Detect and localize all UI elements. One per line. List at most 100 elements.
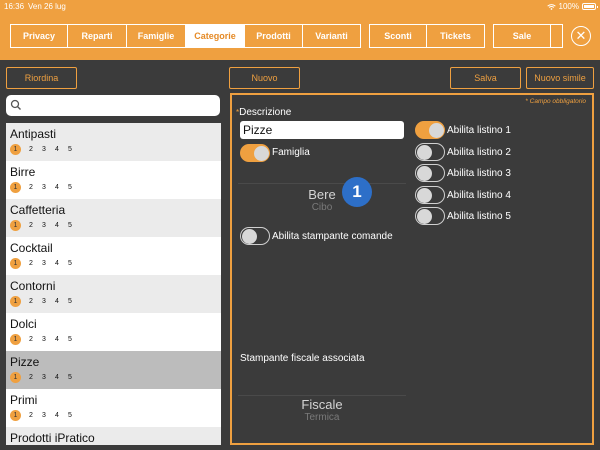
- level-indicator: 5: [68, 374, 72, 381]
- level-indicator: 4: [55, 260, 59, 267]
- tab-famiglie[interactable]: Famiglie: [127, 24, 186, 48]
- battery-percent: 100%: [558, 2, 579, 11]
- tab-varianti[interactable]: Varianti: [303, 24, 361, 48]
- level-indicator: 2: [29, 374, 33, 381]
- toggle-knob: [416, 165, 432, 181]
- tab-categorie[interactable]: Categorie: [186, 24, 245, 48]
- fiscal-printer-picker[interactable]: Fiscale Termica: [238, 389, 406, 429]
- description-label: *Descrizione: [236, 107, 291, 118]
- list-item-levels: 1 2 3 4 5: [10, 220, 217, 231]
- category-form: * Campo obbligatorio *Descrizione Pizze …: [230, 93, 594, 445]
- new-similar-button[interactable]: Nuovo simile: [526, 67, 594, 89]
- level-indicator: 5: [68, 184, 72, 191]
- save-button[interactable]: Salva: [450, 67, 521, 89]
- listino-3-label: Abilita listino 3: [447, 168, 511, 179]
- level-indicator: 2: [29, 336, 33, 343]
- print-orders-label: Abilita stampante comande: [272, 231, 393, 242]
- level-indicator: 1: [10, 144, 21, 155]
- level-indicator: 5: [68, 222, 72, 229]
- battery-icon: [582, 3, 598, 10]
- list-item[interactable]: Birre 1 2 3 4 5: [6, 161, 221, 199]
- fiscal-printer-label: Stampante fiscale associata: [240, 353, 365, 364]
- tab-sale[interactable]: Sale: [493, 24, 551, 48]
- level-indicator: 1: [10, 334, 21, 345]
- wifi-icon: [546, 3, 556, 10]
- level-indicator: 5: [68, 146, 72, 153]
- list-item-levels: 1 2 3 4 5: [10, 296, 217, 307]
- nav-tabs: Privacy Reparti Famiglie Categorie Prodo…: [10, 24, 563, 48]
- reorder-button[interactable]: Riordina: [6, 67, 77, 89]
- level-indicator: 3: [42, 260, 46, 267]
- step-badge: 1: [342, 177, 372, 207]
- level-indicator: 2: [29, 412, 33, 419]
- level-indicator: 5: [68, 260, 72, 267]
- famiglia-toggle[interactable]: [240, 144, 270, 162]
- list-item-levels: 1 2 3 4 5: [10, 258, 217, 269]
- family-picker-next: Cibo: [311, 202, 333, 213]
- list-item[interactable]: Antipasti 1 2 3 4 5: [6, 123, 221, 161]
- level-indicator: 4: [55, 222, 59, 229]
- list-item-name: Birre: [10, 165, 36, 179]
- level-indicator: 5: [68, 298, 72, 305]
- description-field[interactable]: Pizze: [240, 121, 404, 139]
- tab-reparti[interactable]: Reparti: [68, 24, 127, 48]
- list-item[interactable]: Primi 1 2 3 4 5: [6, 389, 221, 427]
- list-item[interactable]: Dolci 1 2 3 4 5: [6, 313, 221, 351]
- level-indicator: 1: [10, 258, 21, 269]
- list-item-name: Prodotti iPratico: [10, 431, 95, 445]
- level-indicator: 1: [10, 410, 21, 421]
- listino-3-toggle[interactable]: [415, 164, 445, 182]
- level-indicator: 3: [42, 336, 46, 343]
- listino-2-toggle[interactable]: [415, 143, 445, 161]
- list-item[interactable]: Prodotti iPratico: [6, 427, 221, 445]
- status-right: 100%: [546, 2, 598, 11]
- listino-5-label: Abilita listino 5: [447, 211, 511, 222]
- tab-privacy[interactable]: Privacy: [10, 24, 68, 48]
- list-item-levels: 1 2 3 4 5: [10, 334, 217, 345]
- listino-4-toggle[interactable]: [415, 186, 445, 204]
- list-item-name: Dolci: [10, 317, 37, 331]
- listino-2-label: Abilita listino 2: [447, 147, 511, 158]
- list-item[interactable]: Cocktail 1 2 3 4 5: [6, 237, 221, 275]
- toggle-knob: [428, 122, 444, 138]
- level-indicator: 3: [42, 374, 46, 381]
- tab-overflow[interactable]: [551, 24, 563, 48]
- list-item-name: Antipasti: [10, 127, 57, 141]
- print-orders-toggle[interactable]: [240, 227, 270, 245]
- level-indicator: 1: [10, 220, 21, 231]
- list-item-name: Primi: [10, 393, 38, 407]
- tab-tickets[interactable]: Tickets: [427, 24, 485, 48]
- level-indicator: 4: [55, 298, 59, 305]
- list-item-levels: 1 2 3 4 5: [10, 410, 217, 421]
- toggle-knob: [253, 145, 269, 161]
- tab-sconti[interactable]: Sconti: [369, 24, 427, 48]
- status-date: Ven 26 lug: [28, 2, 66, 11]
- list-item-name: Caffetteria: [10, 203, 66, 217]
- level-indicator: 3: [42, 222, 46, 229]
- level-indicator: 2: [29, 146, 33, 153]
- level-indicator: 2: [29, 298, 33, 305]
- list-item-name: Contorni: [10, 279, 56, 293]
- description-label-text: Descrizione: [239, 107, 292, 118]
- listino-5-toggle[interactable]: [415, 207, 445, 225]
- level-indicator: 5: [68, 336, 72, 343]
- level-indicator: 2: [29, 222, 33, 229]
- list-item-name: Cocktail: [10, 241, 53, 255]
- level-indicator: 1: [10, 182, 21, 193]
- tab-prodotti[interactable]: Prodotti: [245, 24, 303, 48]
- category-list: Antipasti 1 2 3 4 5 Birre 1 2 3 4 5 Caffetteria 1 2 3 4 5…: [6, 123, 221, 445]
- family-picker[interactable]: Bere Cibo: [238, 175, 406, 225]
- close-button[interactable]: ✕: [571, 26, 591, 46]
- toggle-knob: [416, 208, 432, 224]
- required-note: * Campo obbligatorio: [525, 98, 586, 105]
- level-indicator: 4: [55, 336, 59, 343]
- list-item[interactable]: Pizze 1 2 3 4 5: [6, 351, 221, 389]
- family-picker-selected: Bere: [308, 187, 336, 202]
- listino-4-label: Abilita listino 4: [447, 190, 511, 201]
- list-item[interactable]: Caffetteria 1 2 3 4 5: [6, 199, 221, 237]
- list-item[interactable]: Contorni 1 2 3 4 5: [6, 275, 221, 313]
- search-input[interactable]: [6, 95, 220, 116]
- new-button[interactable]: Nuovo: [229, 67, 300, 89]
- listino-1-label: Abilita listino 1: [447, 125, 511, 136]
- listino-1-toggle[interactable]: [415, 121, 445, 139]
